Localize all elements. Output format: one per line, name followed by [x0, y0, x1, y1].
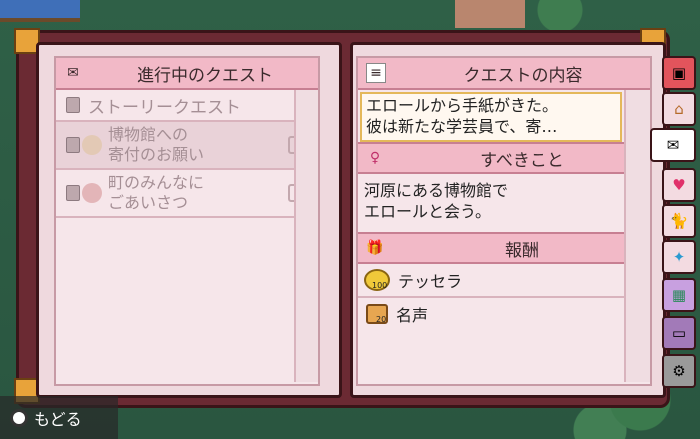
quest-item-museum[interactable]: 博物館への 寄付のお願い: [56, 122, 318, 170]
dirt-road: [455, 0, 525, 28]
quest-list-panel: ✉ 進行中のクエスト ストーリークエスト 博物館への 寄付のお願い 町のみんなに…: [54, 56, 320, 386]
quest-title-line: 博物館への: [108, 125, 189, 144]
reward-name: 名声: [396, 306, 429, 325]
animal-tab[interactable]: 🐈: [662, 204, 696, 238]
sparkle-tab[interactable]: ✦: [662, 240, 696, 274]
gift-icon: 🎁: [366, 240, 384, 256]
quest-title-line: 寄付のお願い: [108, 145, 205, 164]
message-icon: ▭: [671, 324, 687, 342]
heart-tab[interactable]: ♥: [662, 168, 696, 202]
book-icon: [66, 137, 80, 153]
map-icon: ▦: [671, 286, 687, 304]
circle-button-icon: [10, 408, 28, 427]
todo-line: エロールと会う。: [364, 202, 492, 221]
todo-body: 河原にある博物館で エロールと会う。: [358, 174, 650, 232]
reward-title: 報酬: [505, 240, 539, 261]
book-icon: [66, 185, 80, 201]
quest-description-box[interactable]: エロールから手紙がきた。 彼は新たな学芸員で、寄…: [360, 92, 622, 142]
backpack-tab[interactable]: ▣: [662, 56, 696, 90]
quest-tab[interactable]: ✉: [650, 128, 696, 162]
map-tab[interactable]: ▦: [662, 278, 696, 312]
house-tab[interactable]: ⌂: [662, 92, 696, 126]
quest-scroll-icon: ✉: [67, 65, 79, 81]
description-line: 彼は新たな学芸員で、寄…: [366, 117, 558, 136]
quest-scroll-icon: ✉: [666, 136, 680, 154]
pin-icon: ♀: [369, 150, 381, 166]
quest-detail-header: ≡ クエストの内容: [358, 58, 650, 90]
todo-line: 河原にある博物館で: [364, 181, 509, 200]
heart-icon: ♥: [672, 176, 686, 194]
back-button[interactable]: もどる: [0, 396, 118, 439]
curator-portrait-icon: [82, 135, 102, 155]
quest-item-greetings[interactable]: 町のみんなに ごあいさつ: [56, 170, 318, 218]
quest-detail-panel: ≡ クエストの内容 エロールから手紙がきた。 彼は新たな学芸員で、寄… ♀ すべ…: [356, 56, 652, 386]
todo-header: ♀ すべきこと: [358, 142, 650, 174]
reward-amount: 20: [376, 315, 387, 324]
book-icon: [66, 97, 80, 113]
reward-amount: 100: [372, 281, 388, 290]
todo-title: すべきこと: [480, 150, 564, 171]
gear-icon: ⚙: [672, 362, 686, 380]
settings-tab[interactable]: ⚙: [662, 354, 696, 388]
description-line: エロールから手紙がきた。: [366, 96, 559, 115]
scrollbar-track[interactable]: [294, 90, 318, 382]
document-icon: ≡: [366, 63, 386, 83]
story-quest-category[interactable]: ストーリークエスト: [56, 90, 318, 122]
backpack-icon: ▣: [671, 64, 687, 82]
quest-title-line: ごあいさつ: [108, 193, 189, 212]
tessera-coin-icon: 100: [364, 269, 390, 291]
sparkle-icon: ✦: [672, 248, 686, 266]
reward-row: 100 テッセラ: [358, 264, 650, 298]
water-area: [0, 0, 80, 22]
quest-list-header: ✉ 進行中のクエスト: [56, 58, 318, 90]
fame-fist-icon: 20: [366, 304, 388, 324]
quest-list-title: 進行中のクエスト: [137, 65, 273, 86]
cat-icon: 🐈: [669, 212, 689, 230]
quest-detail-title: クエストの内容: [463, 65, 583, 86]
reward-row: 20 名声: [358, 298, 650, 330]
quest-title-line: 町のみんなに: [108, 173, 205, 192]
back-label: もどる: [34, 409, 82, 429]
category-label: ストーリークエスト: [88, 97, 241, 118]
scrollbar-track[interactable]: [624, 90, 650, 382]
message-tab[interactable]: ▭: [662, 316, 696, 350]
house-icon: ⌂: [674, 100, 684, 118]
villager-portrait-icon: [82, 183, 102, 203]
reward-name: テッセラ: [398, 272, 463, 291]
reward-header: 🎁 報酬: [358, 232, 650, 264]
